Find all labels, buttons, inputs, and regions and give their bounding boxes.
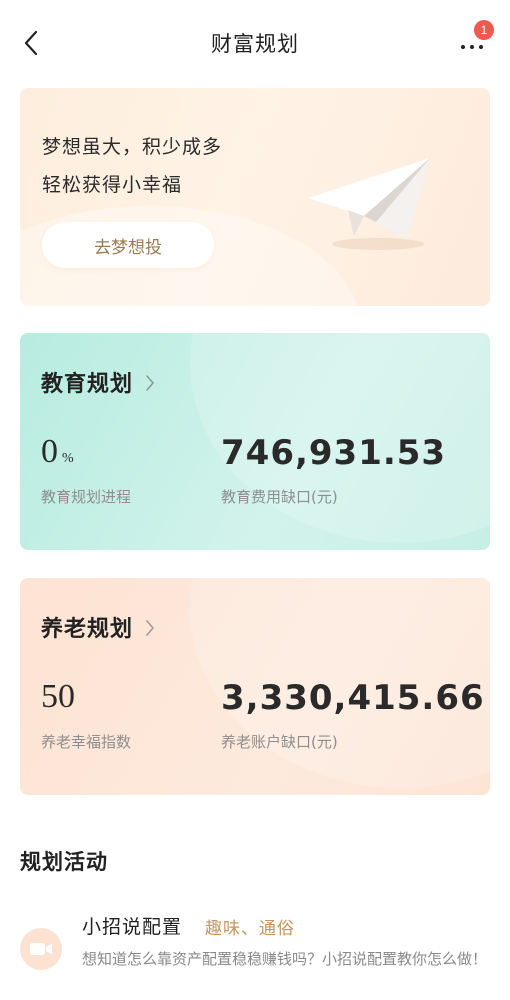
retirement-index-value: 50 bbox=[41, 678, 75, 715]
retirement-plan-title[interactable]: 养老规划 bbox=[41, 611, 155, 643]
education-plan-title[interactable]: 教育规划 bbox=[41, 366, 155, 398]
percent-unit: % bbox=[62, 451, 74, 466]
education-gap-value: 746,931.53 bbox=[221, 433, 447, 473]
more-dots-icon bbox=[461, 45, 483, 49]
chevron-right-icon bbox=[146, 375, 154, 391]
education-gap-label: 教育费用缺口(元) bbox=[221, 488, 338, 506]
activity-title: 小招说配置 bbox=[82, 916, 183, 938]
activities-section-title: 规划活动 bbox=[20, 850, 108, 874]
retirement-gap-label: 养老账户缺口(元) bbox=[221, 733, 338, 751]
chevron-right-icon bbox=[146, 620, 154, 636]
retirement-plan-label: 养老规划 bbox=[41, 617, 134, 642]
activity-tag: 趣味、通俗 bbox=[205, 919, 295, 939]
retirement-gap-value: 3,330,415.66 bbox=[221, 678, 485, 718]
activity-item[interactable]: 小招说配置 趣味、通俗 想知道怎么靠资产配置稳稳赚钱吗？小招说配置教你怎么做！ bbox=[0, 900, 510, 1000]
education-progress-label: 教育规划进程 bbox=[41, 488, 132, 506]
banner-subline: 轻松获得小幸福 bbox=[42, 174, 183, 196]
more-button[interactable]: 1 bbox=[452, 20, 494, 60]
education-plan-card[interactable]: 教育规划 0% 746,931.53 教育规划进程 教育费用缺口(元) bbox=[20, 333, 490, 550]
video-camera-icon bbox=[30, 943, 52, 955]
activity-description: 想知道怎么靠资产配置稳稳赚钱吗？小招说配置教你怎么做！ bbox=[82, 950, 488, 968]
banner-headline: 梦想虽大，积少成多 bbox=[42, 136, 223, 158]
retirement-plan-card[interactable]: 养老规划 50 3,330,415.66 养老幸福指数 养老账户缺口(元) bbox=[20, 578, 490, 795]
page-title: 财富规划 bbox=[211, 32, 299, 56]
paper-plane-icon bbox=[308, 158, 430, 250]
education-plan-label: 教育规划 bbox=[41, 372, 134, 397]
dream-invest-button[interactable]: 去梦想投 bbox=[42, 222, 214, 268]
notification-badge: 1 bbox=[474, 20, 494, 40]
dream-banner[interactable]: 梦想虽大，积少成多 轻松获得小幸福 去梦想投 bbox=[20, 88, 490, 306]
education-progress-value: 0% bbox=[41, 433, 74, 471]
top-bar: 财富规划 1 bbox=[0, 0, 510, 84]
retirement-index-label: 养老幸福指数 bbox=[41, 733, 132, 751]
activity-icon-badge bbox=[20, 928, 62, 970]
education-progress-number: 0 bbox=[41, 433, 58, 470]
